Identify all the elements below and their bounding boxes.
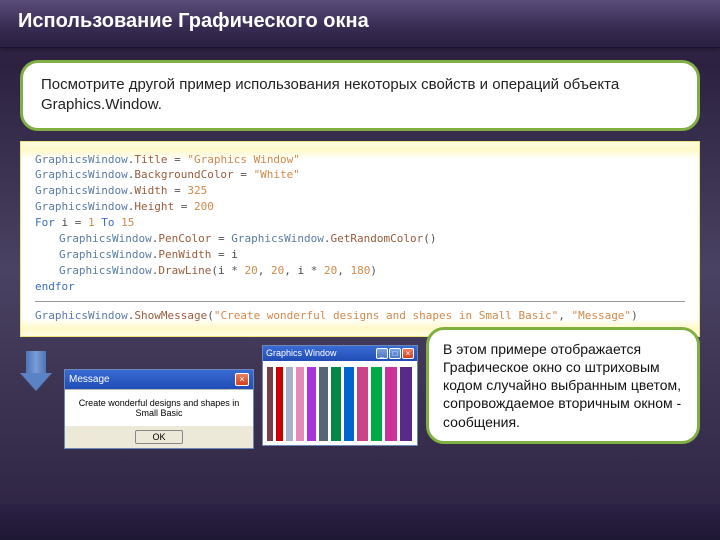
ok-button[interactable]: OK [135,430,182,444]
message-titlebar: Message × [65,370,253,389]
footer-decoration [0,504,720,540]
bar-line [400,367,412,441]
close-icon[interactable]: × [402,348,414,359]
graphics-window: Graphics Window _ □ × [262,345,418,446]
graphics-title: Graphics Window [266,348,337,358]
bar-line [344,367,354,441]
code-line-1: GraphicsWindow.Title = "Graphics Window" [35,152,685,168]
description-text: Посмотрите другой пример использования н… [41,76,619,113]
code-divider [35,301,685,302]
description-card: Посмотрите другой пример использования н… [20,60,700,131]
bar-line [286,367,293,441]
code-line-7: GraphicsWindow.PenWidth = i [35,247,685,263]
code-line-3: GraphicsWindow.Width = 325 [35,183,685,199]
bar-line [307,367,316,441]
message-footer: OK [65,426,253,448]
bar-line [357,367,368,441]
content-area: Посмотрите другой пример использования н… [0,48,720,456]
graphics-canvas [263,361,417,445]
lower-row: Message × Create wonderful designs and s… [20,345,700,446]
code-block: GraphicsWindow.Title = "Graphics Window"… [20,141,700,337]
code-line-4: GraphicsWindow.Height = 200 [35,199,685,215]
maximize-icon[interactable]: □ [389,348,401,359]
code-line-2: GraphicsWindow.BackgroundColor = "White" [35,167,685,183]
code-line-10: GraphicsWindow.ShowMessage("Create wonde… [35,308,685,324]
bar-line [276,367,283,441]
message-dialog: Message × Create wonderful designs and s… [64,369,254,449]
graphics-titlebar: Graphics Window _ □ × [263,346,417,361]
bar-line [319,367,328,441]
bar-line [267,367,273,441]
code-line-9: endfor [35,279,685,295]
code-line-5: For i = 1 To 15 [35,215,685,231]
callout-card: В этом примере отображается Графическое … [426,327,700,444]
arrow-down-icon [20,351,52,393]
code-line-6: GraphicsWindow.PenColor = GraphicsWindow… [35,231,685,247]
message-title: Message [69,374,110,385]
slide-title: Использование Графического окна [0,0,720,48]
callout-text: В этом примере отображается Графическое … [443,341,681,430]
code-line-8: GraphicsWindow.DrawLine(i * 20, 20, i * … [35,263,685,279]
minimize-icon[interactable]: _ [376,348,388,359]
close-icon[interactable]: × [235,373,249,386]
message-body: Create wonderful designs and shapes in S… [65,389,253,426]
bar-line [371,367,382,441]
bar-line [385,367,397,441]
bar-line [331,367,341,441]
bar-line [296,367,304,441]
